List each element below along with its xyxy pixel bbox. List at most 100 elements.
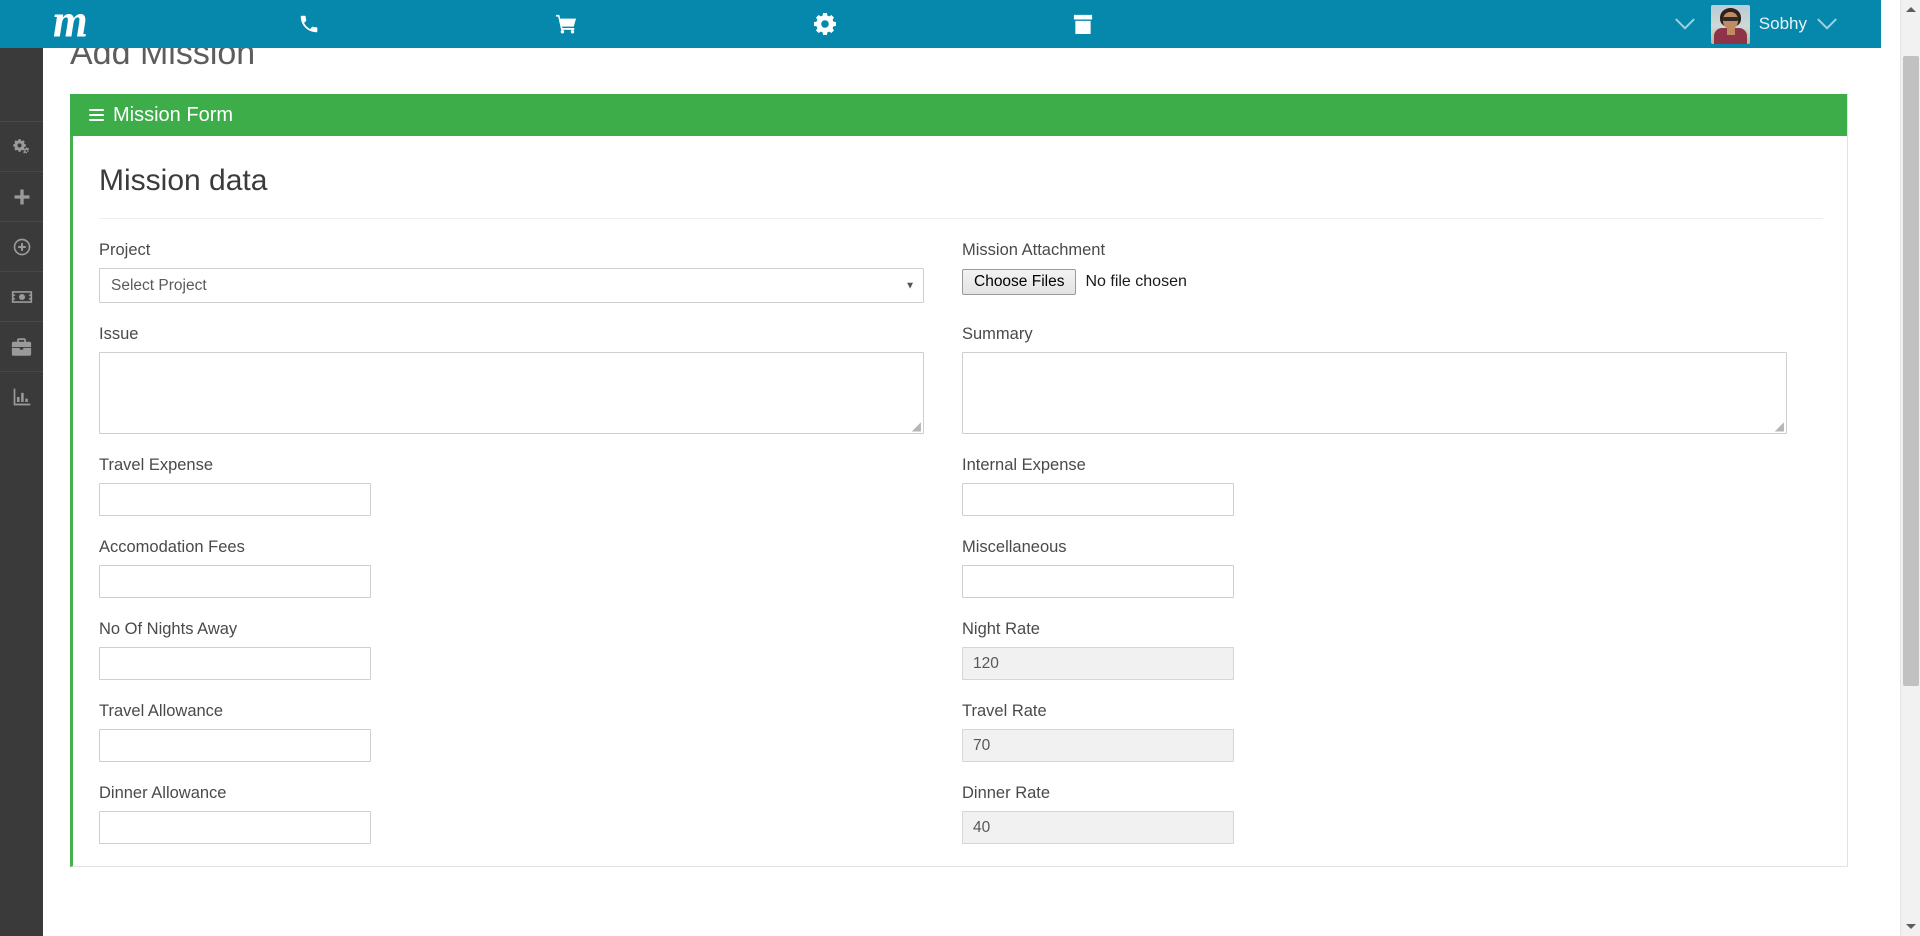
archive-box-icon bbox=[1073, 13, 1093, 35]
form-row-4: Accomodation Fees Miscellaneous bbox=[97, 538, 1823, 620]
app-logo[interactable]: m bbox=[38, 0, 100, 48]
travel-expense-input[interactable] bbox=[99, 483, 371, 516]
money-bill-icon bbox=[11, 287, 33, 307]
field-dinner-allowance: Dinner Allowance bbox=[99, 784, 924, 844]
issue-textarea[interactable]: ◢ bbox=[99, 352, 924, 434]
travel-allowance-input[interactable] bbox=[99, 729, 371, 762]
form-col-right: Night Rate 120 bbox=[960, 620, 1823, 702]
sidebar-item-add[interactable] bbox=[0, 171, 43, 221]
nav-item-archive[interactable] bbox=[954, 0, 1212, 48]
cogs-icon bbox=[12, 137, 32, 157]
user-dropdown-caret bbox=[1816, 0, 1838, 48]
page-scrollbar[interactable] bbox=[1900, 0, 1920, 936]
field-dinner-rate: Dinner Rate 40 bbox=[962, 784, 1787, 844]
form-col-left: Travel Expense bbox=[97, 456, 960, 538]
briefcase-icon bbox=[11, 337, 32, 357]
bar-chart-icon bbox=[12, 387, 32, 407]
user-menu-toggle[interactable]: Sobhy bbox=[1711, 0, 1842, 48]
project-label: Project bbox=[99, 241, 924, 260]
form-col-left: Accomodation Fees bbox=[97, 538, 960, 620]
miscellaneous-label: Miscellaneous bbox=[962, 538, 1787, 557]
panel-title: Mission Form bbox=[113, 104, 233, 127]
accomodation-fees-input[interactable] bbox=[99, 565, 371, 598]
project-select-wrapper[interactable]: Select Project ▼ bbox=[99, 268, 924, 303]
internal-expense-input[interactable] bbox=[962, 483, 1234, 516]
form-col-right: Dinner Rate 40 bbox=[960, 784, 1823, 866]
dinner-rate-label: Dinner Rate bbox=[962, 784, 1787, 803]
field-travel-expense: Travel Expense bbox=[99, 456, 924, 516]
chevron-down-icon bbox=[1675, 10, 1695, 30]
form-col-right: Travel Rate 70 bbox=[960, 702, 1823, 784]
field-accomodation-fees: Accomodation Fees bbox=[99, 538, 924, 598]
scroll-down-button[interactable] bbox=[1901, 917, 1920, 936]
attachment-label: Mission Attachment bbox=[962, 241, 1787, 260]
dinner-allowance-label: Dinner Allowance bbox=[99, 784, 924, 803]
dinner-allowance-input[interactable] bbox=[99, 811, 371, 844]
field-project: Project Select Project ▼ bbox=[99, 241, 924, 303]
form-row-2: Issue ◢ Summary ◢ bbox=[97, 325, 1823, 456]
night-rate-input: 120 bbox=[962, 647, 1234, 680]
summary-textarea[interactable]: ◢ bbox=[962, 352, 1787, 434]
internal-expense-label: Internal Expense bbox=[962, 456, 1787, 475]
gear-icon bbox=[813, 12, 837, 36]
chevron-down-icon bbox=[1817, 10, 1837, 30]
user-menu-area: Sobhy bbox=[1659, 0, 1842, 48]
top-navbar: m bbox=[0, 0, 1881, 48]
resize-grip-icon[interactable]: ◢ bbox=[1772, 420, 1784, 432]
form-row-1: Project Select Project ▼ Mission Attachm… bbox=[97, 241, 1823, 325]
sidebar-item-projects[interactable] bbox=[0, 321, 43, 371]
field-nights-away: No Of Nights Away bbox=[99, 620, 924, 680]
summary-label: Summary bbox=[962, 325, 1787, 344]
night-rate-label: Night Rate bbox=[962, 620, 1787, 639]
field-travel-allowance: Travel Allowance bbox=[99, 702, 924, 762]
field-internal-expense: Internal Expense bbox=[962, 456, 1787, 516]
field-night-rate: Night Rate 120 bbox=[962, 620, 1787, 680]
app-logo-glyph: m bbox=[52, 2, 86, 45]
miscellaneous-input[interactable] bbox=[962, 565, 1234, 598]
form-col-right: Mission Attachment Choose Files No file … bbox=[960, 241, 1823, 325]
notifications-dropdown-toggle[interactable] bbox=[1659, 0, 1711, 48]
form-col-left: Issue ◢ bbox=[97, 325, 960, 456]
scrollbar-thumb[interactable] bbox=[1903, 56, 1919, 686]
issue-label: Issue bbox=[99, 325, 924, 344]
nav-item-settings[interactable] bbox=[696, 0, 954, 48]
plus-circle-icon bbox=[12, 237, 32, 257]
navbar-icon-group bbox=[180, 0, 1212, 48]
field-issue: Issue ◢ bbox=[99, 325, 924, 434]
file-input-group[interactable]: Choose Files No file chosen bbox=[962, 268, 1787, 296]
field-travel-rate: Travel Rate 70 bbox=[962, 702, 1787, 762]
plus-icon bbox=[12, 187, 32, 207]
nav-item-sales[interactable] bbox=[438, 0, 696, 48]
phone-icon bbox=[298, 13, 320, 35]
user-name-label: Sobhy bbox=[1759, 14, 1807, 34]
form-col-left: No Of Nights Away bbox=[97, 620, 960, 702]
project-select[interactable]: Select Project bbox=[99, 268, 924, 303]
travel-rate-input: 70 bbox=[962, 729, 1234, 762]
page-title: Add Mission bbox=[70, 48, 255, 73]
panel-body: Mission data Project Select Project ▼ bbox=[73, 136, 1847, 866]
form-col-left: Project Select Project ▼ bbox=[97, 241, 960, 325]
nights-away-input[interactable] bbox=[99, 647, 371, 680]
avatar bbox=[1711, 5, 1750, 44]
form-row-6: Travel Allowance Travel Rate 70 bbox=[97, 702, 1823, 784]
hamburger-icon[interactable] bbox=[89, 109, 104, 121]
triangle-down-icon bbox=[1906, 924, 1916, 929]
form-col-left: Dinner Allowance bbox=[97, 784, 960, 866]
left-sidebar bbox=[0, 0, 43, 936]
field-mission-attachment: Mission Attachment Choose Files No file … bbox=[962, 241, 1787, 296]
travel-rate-label: Travel Rate bbox=[962, 702, 1787, 721]
sidebar-item-finance[interactable] bbox=[0, 271, 43, 321]
sidebar-item-new-item[interactable] bbox=[0, 221, 43, 271]
mission-form-panel: Mission Form Mission data Project Select… bbox=[70, 94, 1848, 867]
section-heading: Mission data bbox=[97, 164, 1823, 218]
form-row-3: Travel Expense Internal Expense bbox=[97, 456, 1823, 538]
shopping-cart-icon bbox=[555, 13, 579, 35]
triangle-up-icon bbox=[1906, 7, 1916, 12]
resize-grip-icon[interactable]: ◢ bbox=[909, 420, 921, 432]
scroll-up-button[interactable] bbox=[1901, 0, 1920, 19]
sidebar-item-reports[interactable] bbox=[0, 371, 43, 421]
sidebar-item-settings[interactable] bbox=[0, 121, 43, 171]
nav-item-phone[interactable] bbox=[180, 0, 438, 48]
form-row-5: No Of Nights Away Night Rate 120 bbox=[97, 620, 1823, 702]
choose-files-button[interactable]: Choose Files bbox=[962, 269, 1076, 295]
